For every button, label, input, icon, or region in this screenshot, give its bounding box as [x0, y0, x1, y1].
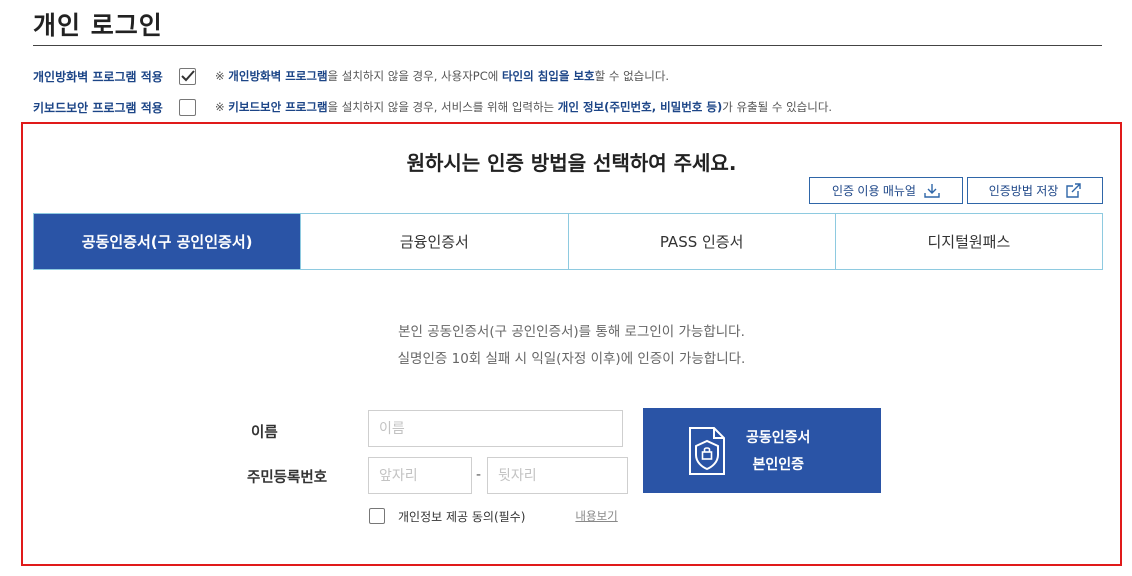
tab-pass-certificate[interactable]: PASS 인증서	[567, 214, 835, 269]
joint-certificate-auth-button[interactable]: 공동인증서 본인인증	[643, 408, 881, 493]
checkmark-icon	[180, 70, 195, 82]
rrn-back-input[interactable]	[487, 457, 628, 494]
title-divider	[33, 45, 1102, 46]
firewall-note-suffix: 할 수 없습니다.	[594, 69, 670, 83]
firewall-option-label[interactable]: 개인방화벽 프로그램 적용	[33, 68, 179, 85]
name-input[interactable]	[368, 410, 623, 447]
view-details-link[interactable]: 내용보기	[575, 508, 617, 524]
auth-description-line1: 본인 공동인증서(구 공인인증서)를 통해 로그인이 가능합니다.	[398, 324, 745, 340]
privacy-consent-label[interactable]: 개인정보 제공 동의(필수)	[398, 508, 525, 525]
keyboard-option-row: 키보드보안 프로그램 적용 ※ 키보드보안 프로그램을 설치하지 않을 경우, …	[33, 96, 832, 118]
keyboard-note-suffix: 가 유출될 수 있습니다.	[722, 100, 833, 114]
auth-panel: 원하시는 인증 방법을 선택하여 주세요. 인증 이용 매뉴얼 인증방법 저장 …	[21, 122, 1122, 566]
firewall-note-highlight: 개인방화벽 프로그램	[228, 69, 328, 83]
auth-heading: 원하시는 인증 방법을 선택하여 주세요.	[406, 151, 737, 175]
cert-button-text: 공동인증서 본인인증	[746, 429, 810, 473]
keyboard-note-highlight-2: 개인 정보(주민번호, 비밀번호 등)	[557, 100, 723, 114]
auth-method-tabs: 공동인증서(구 공인인증서) 금융인증서 PASS 인증서 디지털원패스	[33, 213, 1103, 270]
cert-button-line1: 공동인증서	[746, 428, 811, 445]
firewall-note: ※ 개인방화벽 프로그램을 설치하지 않을 경우, 사용자PC에 타인의 침입을…	[215, 68, 669, 84]
keyboard-checkbox[interactable]	[179, 98, 196, 116]
name-label: 이름	[251, 425, 278, 441]
save-auth-method-button[interactable]: 인증방법 저장	[967, 177, 1103, 204]
auth-description-line2: 실명인증 10회 실패 시 익일(자정 이후)에 인증이 가능합니다.	[397, 351, 746, 367]
keyboard-note-text: 을 설치하지 않을 경우, 서비스를 위해 입력하는	[327, 100, 558, 114]
rrn-label: 주민등록번호	[247, 470, 328, 486]
tab-digital-onepass[interactable]: 디지털원패스	[834, 214, 1102, 269]
save-auth-method-label: 인증방법 저장	[988, 184, 1059, 198]
keyboard-note-prefix: ※	[215, 100, 229, 114]
auth-manual-button[interactable]: 인증 이용 매뉴얼	[809, 177, 963, 204]
auth-manual-label: 인증 이용 매뉴얼	[832, 184, 916, 198]
privacy-consent-checkbox[interactable]	[369, 508, 385, 524]
certificate-shield-icon	[683, 426, 729, 476]
keyboard-note: ※ 키보드보안 프로그램을 설치하지 않을 경우, 서비스를 위해 입력하는 개…	[215, 99, 832, 115]
download-icon	[924, 184, 940, 198]
page-title: 개인 로그인	[33, 11, 163, 40]
rrn-separator: -	[476, 467, 482, 483]
firewall-note-prefix: ※	[215, 69, 229, 83]
keyboard-option-label[interactable]: 키보드보안 프로그램 적용	[33, 99, 179, 116]
firewall-note-highlight-2: 타인의 침입을 보호	[501, 69, 595, 83]
firewall-note-text: 을 설치하지 않을 경우, 사용자PC에	[327, 69, 502, 83]
external-link-icon	[1066, 183, 1081, 198]
rrn-front-input[interactable]	[368, 457, 472, 494]
tab-joint-certificate[interactable]: 공동인증서(구 공인인증서)	[34, 214, 301, 269]
firewall-checkbox[interactable]	[179, 67, 196, 85]
keyboard-note-highlight: 키보드보안 프로그램	[228, 100, 328, 114]
firewall-option-row: 개인방화벽 프로그램 적용 ※ 개인방화벽 프로그램을 설치하지 않을 경우, …	[33, 65, 669, 87]
cert-button-line2: 본인인증	[752, 455, 804, 472]
privacy-consent-row: 개인정보 제공 동의(필수) 내용보기	[369, 506, 618, 526]
tab-financial-certificate[interactable]: 금융인증서	[300, 214, 568, 269]
